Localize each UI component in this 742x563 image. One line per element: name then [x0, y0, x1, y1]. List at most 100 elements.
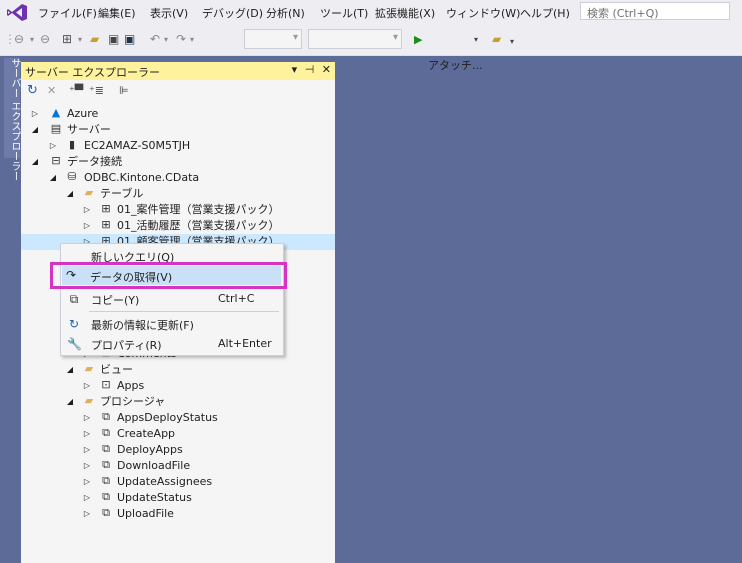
procedure-icon: ⧉: [102, 490, 110, 503]
tree-node-label: サーバー: [67, 123, 111, 136]
menu-debug[interactable]: デバッグ(D): [202, 5, 263, 21]
tree-node-label: CreateApp: [117, 427, 176, 440]
panel-menu-icon[interactable]: ▾: [292, 63, 298, 76]
tree-node-label: プロシージャ: [100, 395, 166, 408]
save-icon[interactable]: ▣: [108, 32, 119, 46]
search-input[interactable]: 検索 (Ctrl+Q): [580, 2, 730, 20]
menu-extensions[interactable]: 拡張機能(X): [375, 5, 435, 21]
save-all-icon[interactable]: ▣: [124, 32, 135, 46]
menu-item-copy[interactable]: ⧉ コピー(Y) Ctrl+C: [61, 289, 283, 309]
panel-controls: ▾ ⊣ ✕: [292, 63, 331, 76]
database-connection-icon: ⛁: [67, 170, 77, 183]
tree-node-label: DeployApps: [117, 443, 183, 456]
pin-icon[interactable]: ⊣: [305, 63, 315, 76]
expand-icon[interactable]: ▷: [30, 106, 40, 122]
back-dropdown-icon[interactable]: ▾: [30, 35, 34, 44]
undo-dropdown-icon[interactable]: ▾: [164, 35, 168, 44]
play-icon[interactable]: ▶: [414, 33, 422, 46]
expand-icon[interactable]: ▷: [82, 410, 92, 426]
procedure-icon: ⧉: [102, 410, 110, 423]
configuration-dropdown[interactable]: [244, 29, 302, 49]
panel-toolbar: ↻ ✕ ⁺▀ ⁺≣ ⊫: [21, 80, 335, 104]
menu-bar: ファイル(F) 編集(E) 表示(V) デバッグ(D) 分析(N) ツール(T)…: [0, 0, 742, 25]
copy-icon: ⧉: [69, 292, 79, 306]
tree-node-label: 01_活動履歴（営業支援パック）: [117, 219, 280, 232]
menu-item-label: コピー(Y): [91, 294, 140, 307]
refresh-icon: ↻: [68, 317, 80, 331]
undo-icon[interactable]: ↶: [150, 32, 160, 46]
menu-item-shortcut: Alt+Enter: [218, 337, 272, 350]
new-dropdown-icon[interactable]: ▾: [78, 35, 82, 44]
connect-database-icon[interactable]: ⁺▀: [69, 84, 83, 97]
expand-icon[interactable]: ▷: [82, 218, 92, 234]
server-icon: ▮: [68, 138, 76, 151]
collapse-icon[interactable]: ◢: [30, 154, 40, 170]
tree-node-label: データ接続: [67, 155, 122, 168]
menu-item-refresh[interactable]: ↻ 最新の情報に更新(F): [61, 314, 283, 334]
procedure-icon: ⧉: [102, 506, 110, 519]
attach-button[interactable]: アタッチ...: [428, 57, 483, 73]
tree-node-label: DownloadFile: [117, 459, 191, 472]
table-icon: ⊞: [101, 202, 111, 215]
procedure-icon: ⧉: [102, 458, 110, 471]
connect-server-icon[interactable]: ⁺≣: [89, 84, 104, 97]
tree-node-label: UploadFile: [117, 507, 174, 520]
redo-icon[interactable]: ↷: [176, 32, 186, 46]
forward-icon[interactable]: ⊖: [40, 32, 50, 46]
menu-separator: [89, 311, 279, 312]
menu-window[interactable]: ウィンドウ(W): [446, 5, 520, 21]
panel-title-bar[interactable]: サーバー エクスプローラー ▾ ⊣ ✕: [21, 62, 335, 80]
menu-tools[interactable]: ツール(T): [320, 5, 368, 21]
expand-icon[interactable]: ▷: [82, 458, 92, 474]
collapse-icon[interactable]: ◢: [65, 186, 75, 202]
collapse-icon[interactable]: ◢: [65, 362, 75, 378]
tree-node-label: Azure: [67, 107, 99, 120]
context-menu: 新しいクエリ(Q) ⧉ コピー(Y) Ctrl+C ↻ 最新の情報に更新(F) …: [60, 243, 284, 356]
collapse-icon[interactable]: ◢: [30, 122, 40, 138]
tree-node-label: EC2AMAZ-S0M5TJH: [84, 139, 191, 152]
expand-icon[interactable]: ▷: [48, 138, 58, 154]
expand-icon[interactable]: ▷: [82, 426, 92, 442]
tree-node-label: ビュー: [100, 363, 133, 376]
collapse-icon[interactable]: ◢: [65, 394, 75, 410]
toolbar: ⋮ ⊖ ▾ ⊖ ⊞ ▾ ▰ ▣ ▣ ↶ ▾ ↷ ▾ ▶ アタッチ... ▾ ▰ …: [0, 25, 742, 72]
back-icon[interactable]: ⊖: [14, 32, 24, 46]
azure-icon: ▲: [51, 106, 61, 119]
platform-dropdown[interactable]: [308, 29, 402, 49]
expand-icon[interactable]: ▷: [82, 474, 92, 490]
collapse-icon[interactable]: ◢: [48, 170, 58, 186]
folder-icon: ▰: [84, 394, 94, 407]
server-explorer-side-tab[interactable]: サーバー エクスプローラー: [4, 58, 20, 181]
close-icon[interactable]: ✕: [322, 63, 331, 76]
refresh-icon[interactable]: ↻: [27, 83, 38, 98]
table-icon: ⊞: [101, 218, 111, 231]
expand-icon[interactable]: ▷: [82, 490, 92, 506]
menu-analyze[interactable]: 分析(N): [266, 5, 305, 21]
stop-icon[interactable]: ✕: [47, 84, 56, 97]
menu-edit[interactable]: 編集(E): [98, 5, 136, 21]
annotation-highlight-box: [50, 262, 287, 289]
tree-node-label: UpdateAssignees: [117, 475, 213, 488]
visual-studio-logo-icon[interactable]: [6, 3, 28, 22]
servers-icon: ▤: [50, 122, 62, 135]
expand-icon[interactable]: ▷: [82, 378, 92, 394]
tree-node-label: ODBC.Kintone.CData: [84, 171, 200, 184]
expand-icon[interactable]: ▷: [82, 202, 92, 218]
attach-dropdown-icon[interactable]: ▾: [474, 35, 478, 44]
side-tab-label: サーバー エクスプローラー: [9, 58, 20, 182]
tree-node-label: テーブル: [100, 187, 144, 200]
menu-view[interactable]: 表示(V): [150, 5, 188, 21]
panel-title: サーバー エクスプローラー: [25, 66, 161, 79]
expand-icon[interactable]: ▷: [82, 506, 92, 522]
toolbar-overflow-icon[interactable]: ▾: [510, 37, 514, 46]
redo-dropdown-icon[interactable]: ▾: [190, 35, 194, 44]
toolbar-extra-icon[interactable]: ▰: [492, 32, 501, 46]
menu-item-properties[interactable]: 🔧 プロパティ(R) Alt+Enter: [61, 334, 283, 354]
azure-connect-icon[interactable]: ⊫: [119, 84, 129, 97]
expand-icon[interactable]: ▷: [82, 442, 92, 458]
open-folder-icon[interactable]: ▰: [90, 32, 99, 46]
new-project-icon[interactable]: ⊞: [62, 32, 72, 46]
tree-node-label: AppsDeployStatus: [117, 411, 218, 424]
menu-file[interactable]: ファイル(F): [38, 5, 97, 21]
menu-help[interactable]: ヘルプ(H): [520, 5, 570, 21]
